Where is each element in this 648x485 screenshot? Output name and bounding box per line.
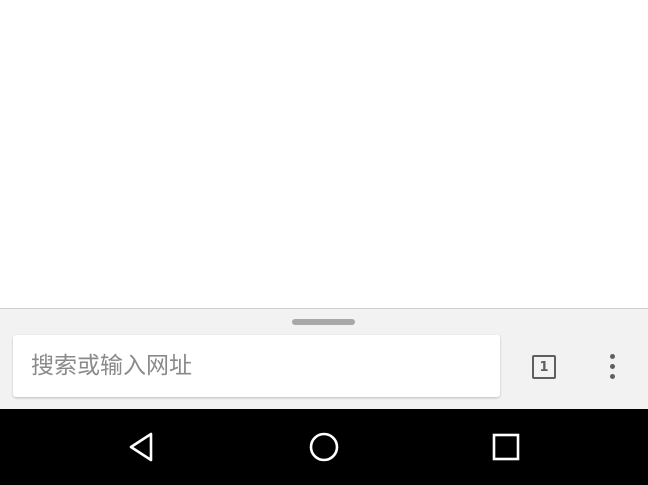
drag-handle-icon[interactable] — [292, 319, 355, 325]
omnibox[interactable] — [13, 335, 500, 397]
more-vert-icon — [609, 363, 615, 369]
nav-recents-icon — [492, 433, 520, 461]
menu-button[interactable] — [596, 347, 628, 385]
web-content-area — [0, 0, 648, 308]
back-button[interactable] — [120, 425, 164, 469]
home-button[interactable] — [302, 425, 346, 469]
tab-switcher-icon: 1 — [532, 355, 556, 379]
more-vert-icon — [609, 373, 615, 379]
tab-switcher-button[interactable]: 1 — [526, 349, 562, 385]
recents-button[interactable] — [484, 425, 528, 469]
nav-home-icon — [309, 432, 339, 462]
tab-count: 1 — [539, 359, 549, 375]
search-input[interactable] — [31, 335, 481, 397]
bottom-toolbar: 1 — [0, 308, 648, 409]
nav-back-icon — [129, 432, 153, 462]
system-navigation-bar — [0, 409, 648, 485]
more-vert-icon — [609, 353, 615, 359]
